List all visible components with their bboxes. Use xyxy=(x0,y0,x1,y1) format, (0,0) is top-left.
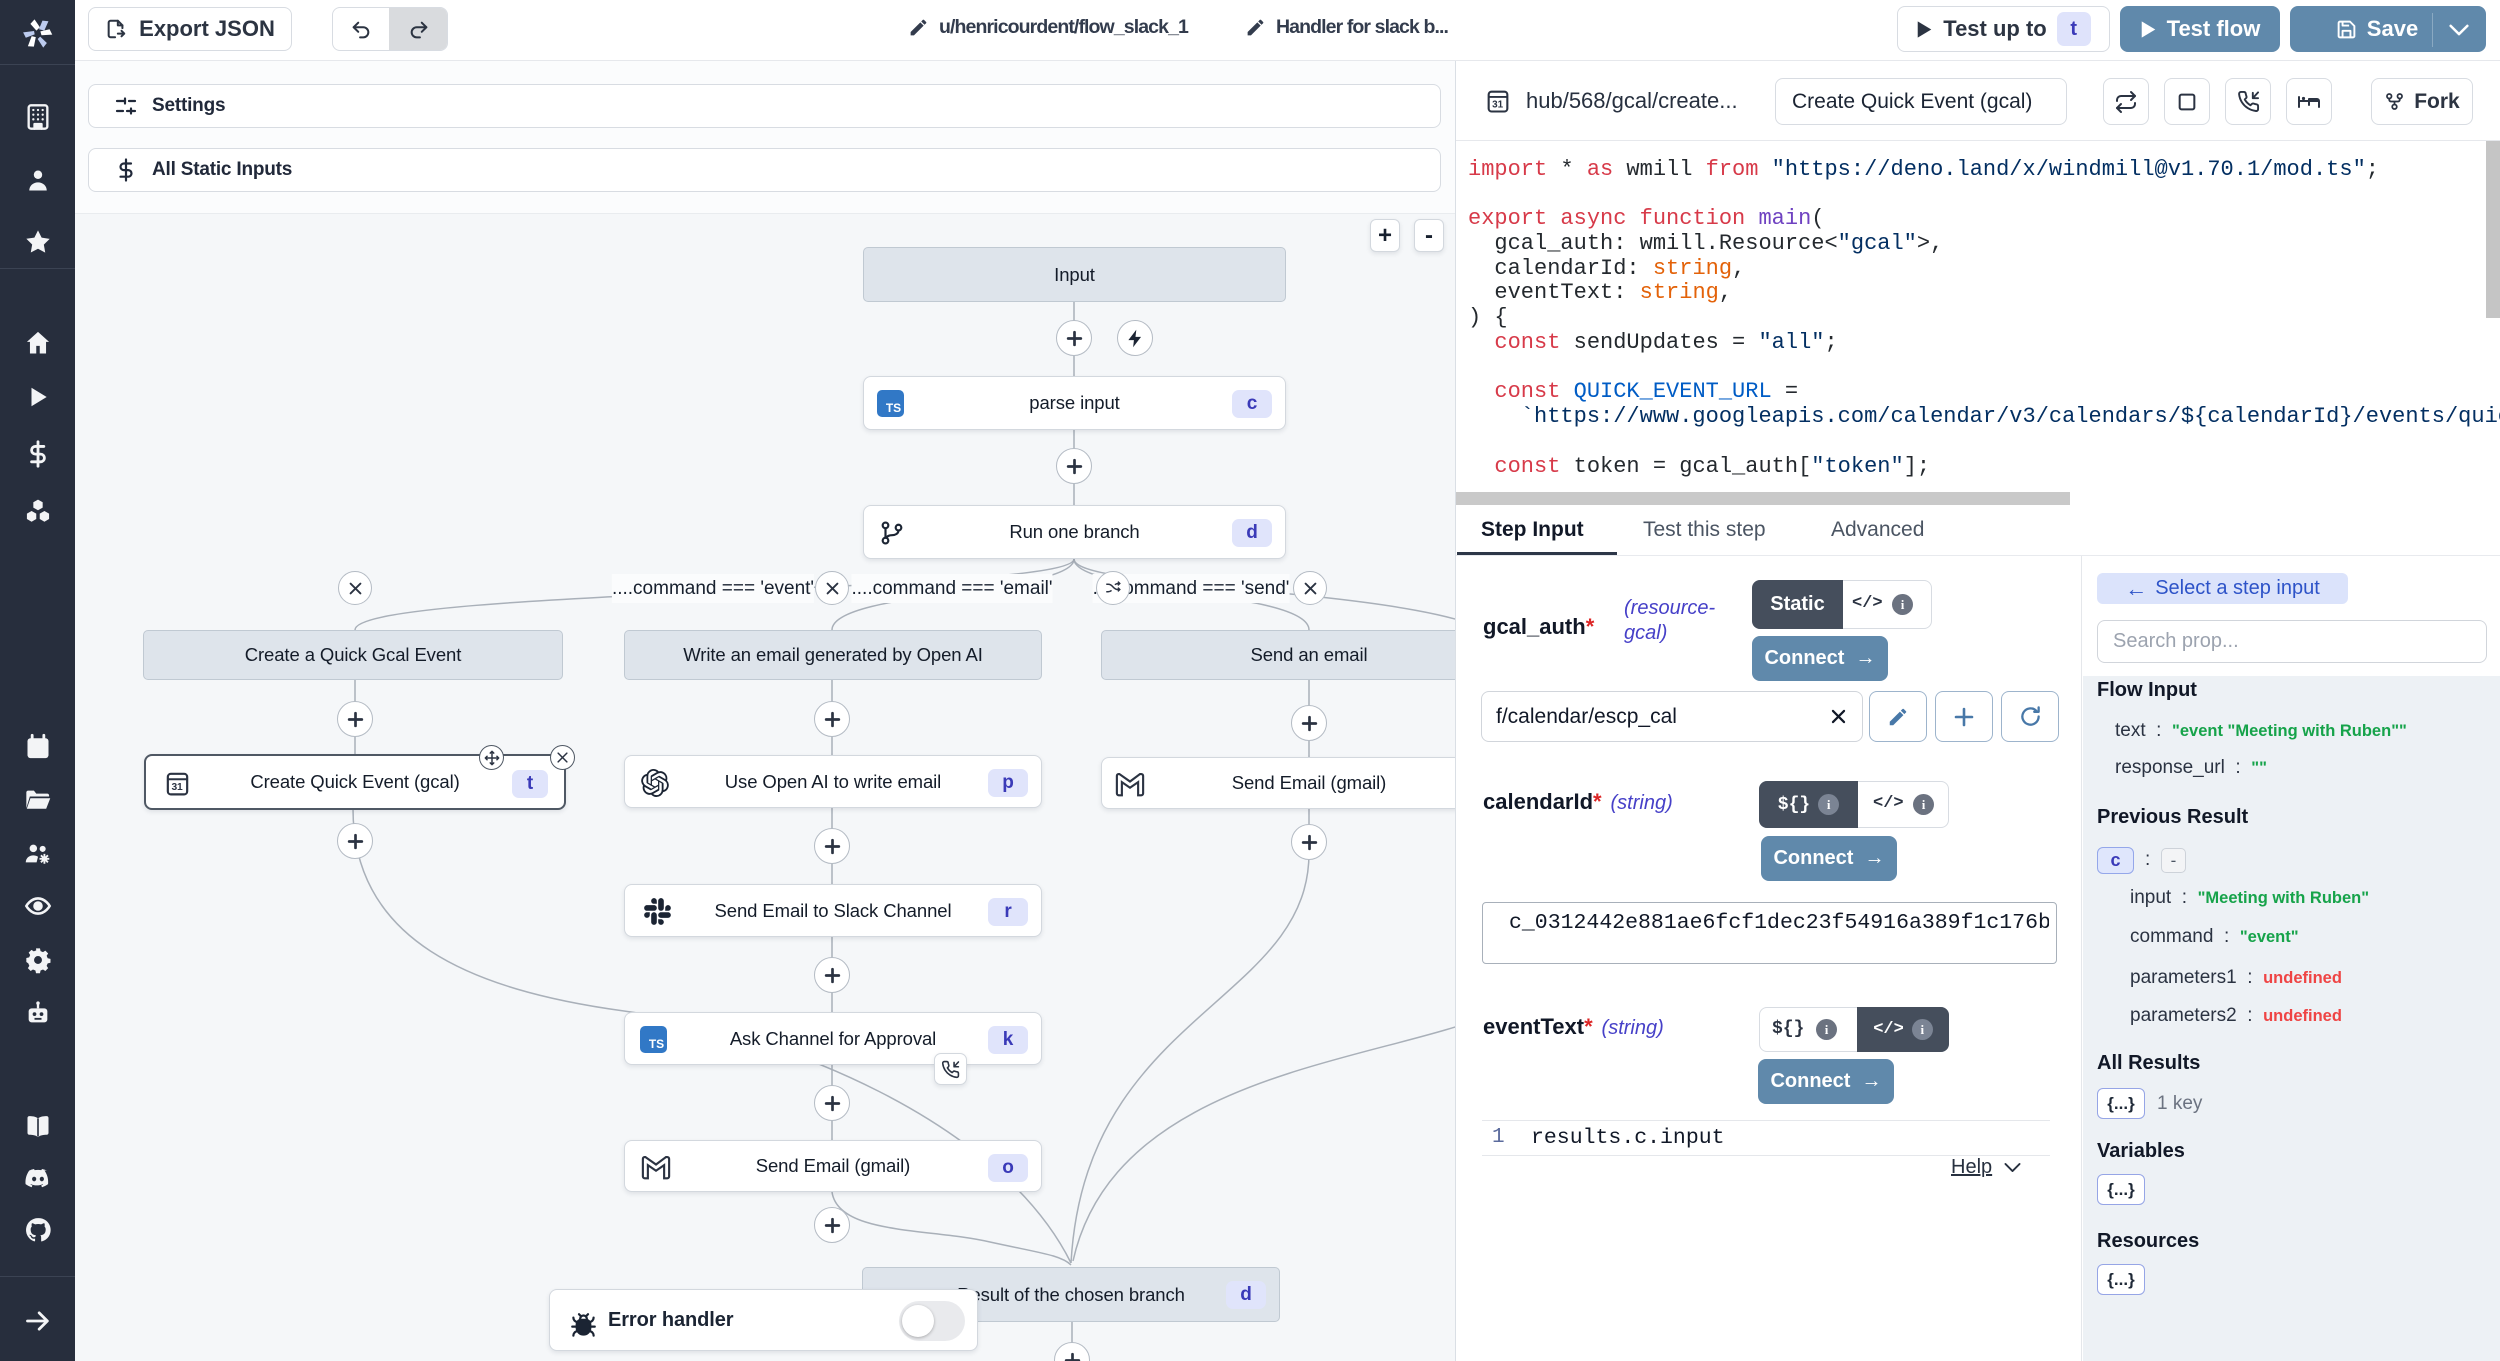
svg-text:31: 31 xyxy=(1492,99,1504,110)
